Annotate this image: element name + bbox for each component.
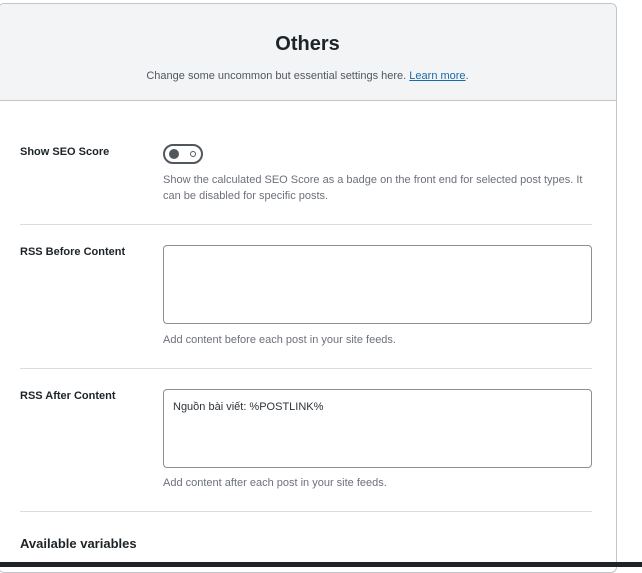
description-period: . xyxy=(465,70,469,82)
rss-after-textarea[interactable]: Nguồn bài viết: %POSTLINK% xyxy=(163,389,592,468)
rss-before-row: RSS Before Content Add content before ea… xyxy=(20,225,592,369)
seo-score-label: Show SEO Score xyxy=(20,146,110,158)
rss-before-label: RSS Before Content xyxy=(20,246,126,258)
available-variables-heading: Available variables xyxy=(20,536,137,551)
bottom-edge-bar xyxy=(0,562,642,567)
learn-more-link[interactable]: Learn more xyxy=(409,70,465,82)
seo-score-row: Show SEO Score Show the calculated SEO S… xyxy=(20,100,592,225)
seo-score-help: Show the calculated SEO Score as a badge… xyxy=(163,174,583,202)
rss-after-label: RSS After Content xyxy=(20,390,116,402)
rss-after-row: RSS After Content Nguồn bài viết: %POSTL… xyxy=(20,369,592,512)
page-description: Change some uncommon but essential setti… xyxy=(0,69,616,83)
page-title: Others xyxy=(275,33,340,55)
toggle-off-icon xyxy=(190,151,196,157)
rss-before-textarea[interactable] xyxy=(163,245,592,324)
description-text: Change some uncommon but essential setti… xyxy=(146,70,407,82)
rss-before-help: Add content before each post in your sit… xyxy=(163,334,396,346)
rss-after-help: Add content after each post in your site… xyxy=(163,477,387,489)
toggle-knob xyxy=(169,149,179,159)
seo-score-toggle[interactable] xyxy=(163,144,203,164)
panel-header: Others Change some uncommon but essentia… xyxy=(0,4,616,101)
